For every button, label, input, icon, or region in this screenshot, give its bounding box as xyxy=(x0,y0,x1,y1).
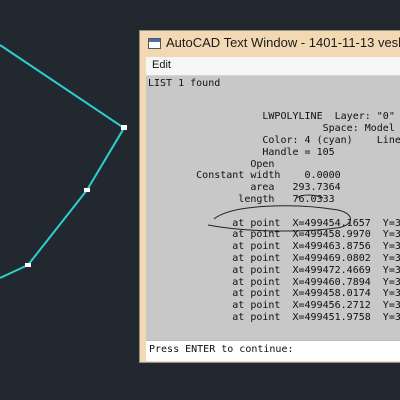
console-line: at point X=499451.9758 Y=3789501 xyxy=(232,312,400,323)
console-line: at point X=499463.8756 Y=3789471 xyxy=(232,241,400,252)
console-line: at point X=499469.0802 Y=3789503 xyxy=(232,253,400,264)
console-line: LIST 1 found xyxy=(148,78,221,89)
window-title: AutoCAD Text Window - 1401-11-13 veshk xyxy=(166,35,400,50)
console-line: area 293.7364 xyxy=(148,182,341,193)
command-prompt[interactable]: Press ENTER to continue: xyxy=(146,340,400,361)
lwpolyline-cyan[interactable] xyxy=(0,44,126,279)
console-line: length 76.0333 xyxy=(148,194,335,205)
console-line: at point X=499458.9970 Y=3789456 xyxy=(232,229,400,240)
menu-bar: Edit xyxy=(146,57,400,76)
console-line: Constant width 0.0000 xyxy=(148,170,341,181)
console-line: at point X=499472.4669 Y=3789509 xyxy=(232,265,400,276)
grip-handle-bottom[interactable] xyxy=(25,263,31,267)
console-line: at point X=499456.2712 Y=3789503 xyxy=(232,300,400,311)
console-line: Space: Model space xyxy=(322,123,395,134)
console-line: Color: 4 (cyan) Linetype xyxy=(148,135,400,146)
console-line: LWPOLYLINE Layer: "0" xyxy=(148,111,395,122)
menu-edit[interactable]: Edit xyxy=(152,59,171,71)
autocad-text-window[interactable]: AutoCAD Text Window - 1401-11-13 veshk E… xyxy=(140,31,400,362)
console-line: Handle = 105 xyxy=(148,147,335,158)
console-line: at point X=499458.0174 Y=3789508 xyxy=(232,288,400,299)
prompt-text: Press ENTER to continue: xyxy=(149,344,294,355)
console-output[interactable]: LIST 1 found LWPOLYLINE Layer: "0" Space… xyxy=(146,76,400,340)
window-app-icon[interactable] xyxy=(148,38,161,49)
grip-handle-mid[interactable] xyxy=(84,188,90,192)
title-bar[interactable]: AutoCAD Text Window - 1401-11-13 veshk xyxy=(140,31,400,57)
grip-handle-top[interactable] xyxy=(121,125,127,130)
